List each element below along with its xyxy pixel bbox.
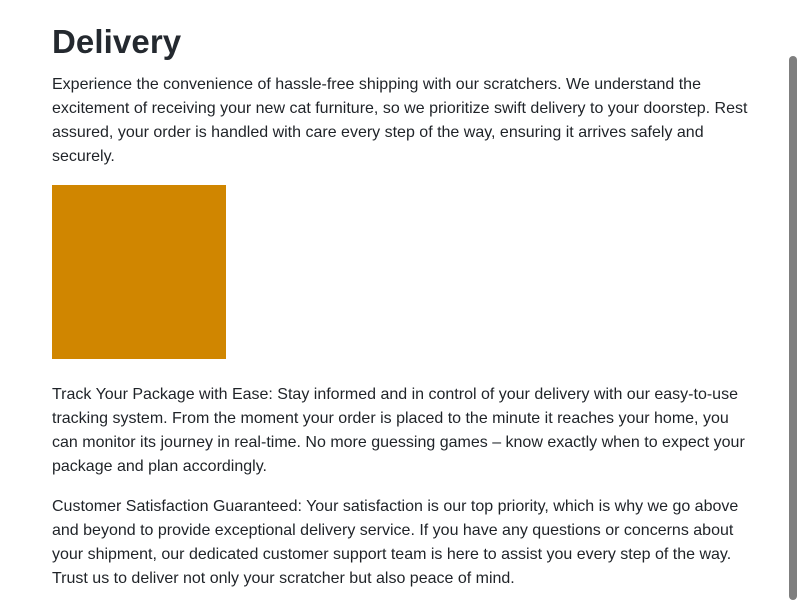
page: Delivery Experience the convenience of h…: [0, 0, 786, 600]
satisfaction-paragraph: Customer Satisfaction Guaranteed: Your s…: [52, 498, 739, 587]
scrollbar-thumb[interactable]: [789, 56, 797, 600]
page-title: Delivery: [52, 23, 182, 60]
vertical-scrollbar[interactable]: [786, 0, 800, 600]
intro-paragraph: Experience the convenience of hassle-fre…: [52, 76, 748, 165]
product-image-placeholder: [52, 185, 226, 359]
content-area: Delivery Experience the convenience of h…: [52, 22, 752, 591]
tracking-paragraph: Track Your Package with Ease: Stay infor…: [52, 386, 745, 475]
